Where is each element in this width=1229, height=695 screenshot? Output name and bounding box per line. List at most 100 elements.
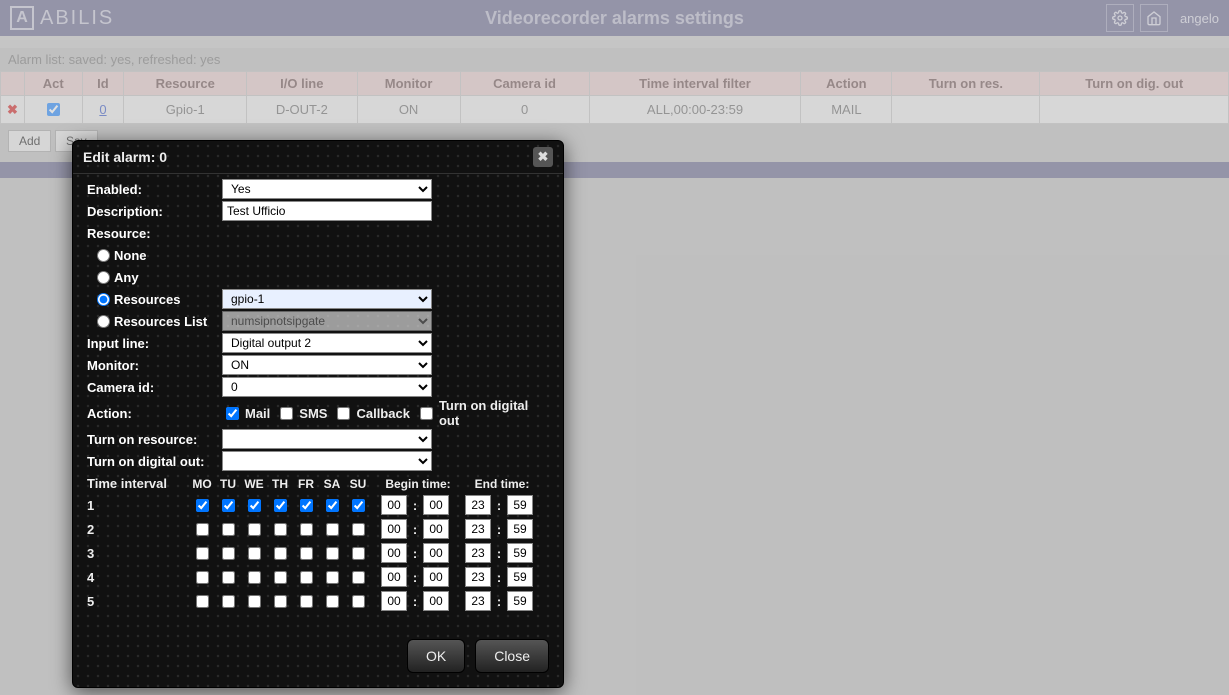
day-checkbox[interactable] <box>300 595 313 608</box>
ok-button[interactable]: OK <box>407 639 465 673</box>
interval-number: 3 <box>87 546 187 561</box>
day-checkbox[interactable] <box>352 547 365 560</box>
end-hour-input[interactable] <box>465 543 491 563</box>
day-checkbox[interactable] <box>326 547 339 560</box>
label-none: None <box>114 248 147 263</box>
day-checkbox[interactable] <box>274 499 287 512</box>
day-checkbox[interactable] <box>196 499 209 512</box>
day-checkbox[interactable] <box>248 499 261 512</box>
label-resources-list: Resources List <box>114 314 207 329</box>
label-turn-on-res: Turn on resource: <box>87 432 222 447</box>
resource-select[interactable]: gpio-1 <box>222 289 432 309</box>
close-icon[interactable]: ✖ <box>533 147 553 167</box>
check-callback[interactable] <box>337 407 350 420</box>
turn-on-dig-select[interactable] <box>222 451 432 471</box>
day-checkbox[interactable] <box>196 523 209 536</box>
day-checkbox[interactable] <box>274 523 287 536</box>
day-checkbox[interactable] <box>196 571 209 584</box>
day-checkbox[interactable] <box>222 571 235 584</box>
begin-min-input[interactable] <box>423 591 449 611</box>
end-min-input[interactable] <box>507 519 533 539</box>
day-checkbox[interactable] <box>222 595 235 608</box>
day-checkbox[interactable] <box>326 499 339 512</box>
begin-min-input[interactable] <box>423 543 449 563</box>
begin-min-input[interactable] <box>423 495 449 515</box>
monitor-select[interactable]: ON <box>222 355 432 375</box>
input-line-select[interactable]: Digital output 2 <box>222 333 432 353</box>
end-hour-input[interactable] <box>465 495 491 515</box>
radio-none[interactable] <box>97 249 110 262</box>
turn-on-res-select[interactable] <box>222 429 432 449</box>
time-interval-row: 4:: <box>87 567 549 587</box>
day-checkbox[interactable] <box>352 499 365 512</box>
day-checkbox[interactable] <box>326 595 339 608</box>
end-min-input[interactable] <box>507 495 533 515</box>
time-interval-row: 3:: <box>87 543 549 563</box>
day-checkbox[interactable] <box>300 499 313 512</box>
day-checkbox[interactable] <box>248 595 261 608</box>
label-sms: SMS <box>299 406 327 421</box>
day-checkbox[interactable] <box>300 571 313 584</box>
label-monitor: Monitor: <box>87 358 222 373</box>
label-resource: Resource: <box>87 226 222 241</box>
time-interval-row: 5:: <box>87 591 549 611</box>
day-checkbox[interactable] <box>300 547 313 560</box>
day-checkbox[interactable] <box>274 547 287 560</box>
day-checkbox[interactable] <box>248 571 261 584</box>
day-checkbox[interactable] <box>352 571 365 584</box>
interval-number: 4 <box>87 570 187 585</box>
close-button[interactable]: Close <box>475 639 549 673</box>
description-input[interactable] <box>222 201 432 221</box>
time-interval-row: 2:: <box>87 519 549 539</box>
radio-resources-list[interactable] <box>97 315 110 328</box>
end-min-input[interactable] <box>507 567 533 587</box>
label-input-line: Input line: <box>87 336 222 351</box>
end-hour-input[interactable] <box>465 567 491 587</box>
resources-list-select: numsipnotsipgate <box>222 311 432 331</box>
dialog-title: Edit alarm: 0 <box>83 149 167 165</box>
label-camera: Camera id: <box>87 380 222 395</box>
day-checkbox[interactable] <box>196 547 209 560</box>
begin-hour-input[interactable] <box>381 567 407 587</box>
enabled-select[interactable]: Yes <box>222 179 432 199</box>
day-checkbox[interactable] <box>352 523 365 536</box>
label-turn-on-dig-out: Turn on digital out: <box>87 454 222 469</box>
day-checkbox[interactable] <box>196 595 209 608</box>
time-interval-header: Time interval MO TU WE TH FR SA SU Begin… <box>87 476 549 491</box>
day-checkbox[interactable] <box>326 523 339 536</box>
check-digout[interactable] <box>420 407 433 420</box>
begin-hour-input[interactable] <box>381 591 407 611</box>
begin-hour-input[interactable] <box>381 543 407 563</box>
day-checkbox[interactable] <box>222 547 235 560</box>
camera-select[interactable]: 0 <box>222 377 432 397</box>
end-hour-input[interactable] <box>465 519 491 539</box>
check-sms[interactable] <box>280 407 293 420</box>
interval-number: 1 <box>87 498 187 513</box>
label-description: Description: <box>87 204 222 219</box>
day-checkbox[interactable] <box>274 595 287 608</box>
day-checkbox[interactable] <box>248 523 261 536</box>
end-hour-input[interactable] <box>465 591 491 611</box>
begin-hour-input[interactable] <box>381 519 407 539</box>
day-checkbox[interactable] <box>248 547 261 560</box>
begin-min-input[interactable] <box>423 567 449 587</box>
day-checkbox[interactable] <box>300 523 313 536</box>
edit-alarm-dialog: Edit alarm: 0 ✖ Enabled: Yes Description… <box>72 140 564 688</box>
day-checkbox[interactable] <box>222 523 235 536</box>
begin-min-input[interactable] <box>423 519 449 539</box>
day-checkbox[interactable] <box>326 571 339 584</box>
check-mail[interactable] <box>226 407 239 420</box>
radio-resources[interactable] <box>97 293 110 306</box>
begin-hour-input[interactable] <box>381 495 407 515</box>
end-min-input[interactable] <box>507 591 533 611</box>
label-enabled: Enabled: <box>87 182 222 197</box>
time-interval-row: 1:: <box>87 495 549 515</box>
label-action: Action: <box>87 406 222 421</box>
day-checkbox[interactable] <box>222 499 235 512</box>
end-min-input[interactable] <box>507 543 533 563</box>
day-checkbox[interactable] <box>274 571 287 584</box>
label-mail: Mail <box>245 406 270 421</box>
day-checkbox[interactable] <box>352 595 365 608</box>
radio-any[interactable] <box>97 271 110 284</box>
interval-number: 2 <box>87 522 187 537</box>
